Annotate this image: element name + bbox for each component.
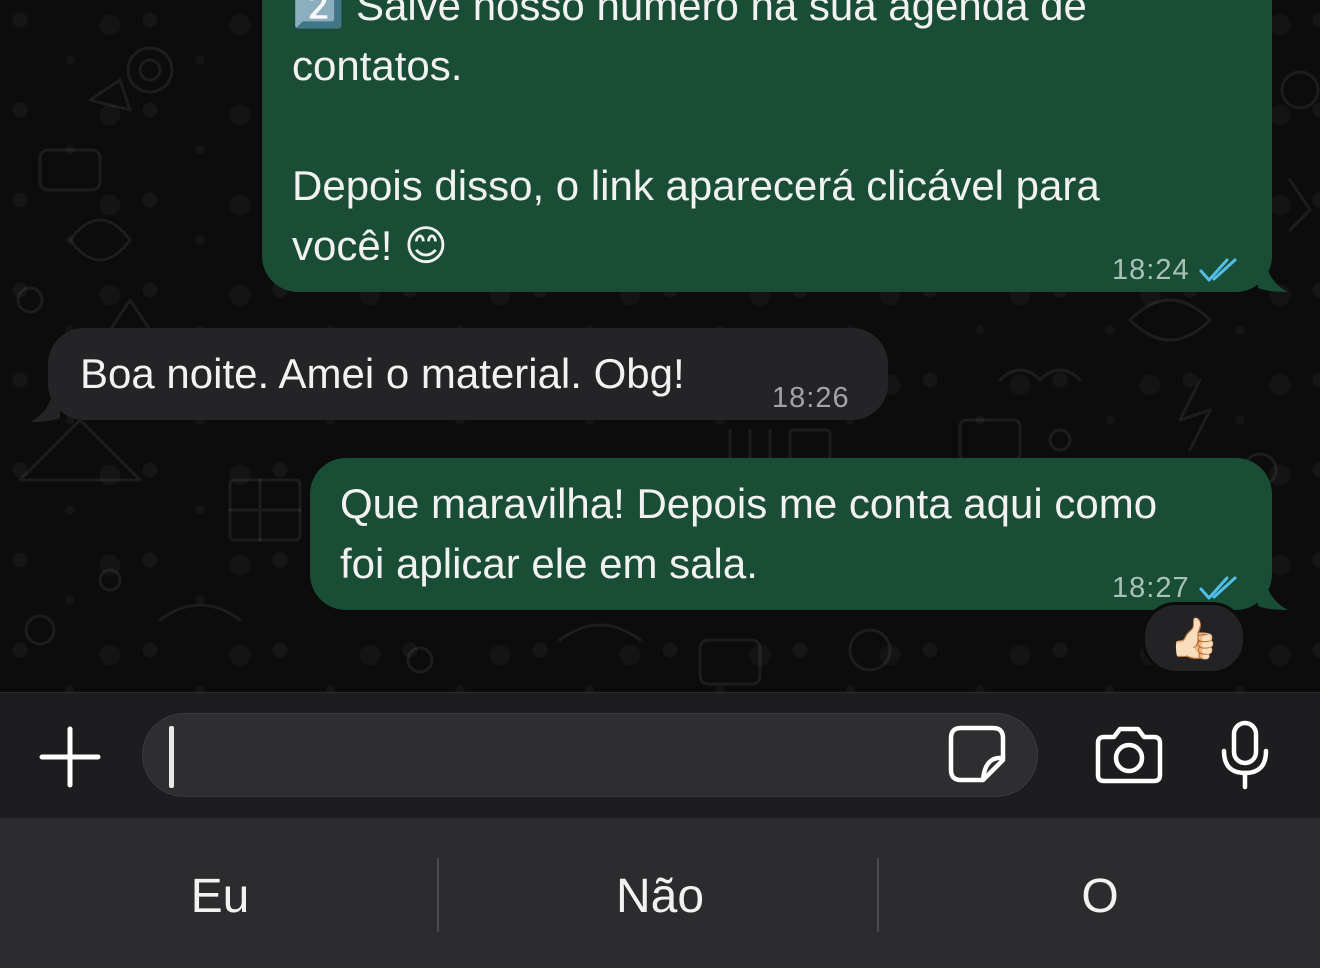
- plus-icon[interactable]: [36, 723, 104, 791]
- bubble-tail: [1258, 584, 1288, 610]
- double-check-icon: [1199, 258, 1237, 282]
- keyboard-suggestion-bar: Eu Não O: [0, 818, 1320, 968]
- message-text-line: foi aplicar ele em sala.: [340, 540, 758, 587]
- message-text-line: Depois disso, o link aparecerá clicável …: [292, 162, 1100, 209]
- bubble-tail: [30, 396, 60, 422]
- outgoing-message-bubble[interactable]: Que maravilha! Depois me conta aqui como…: [310, 458, 1272, 610]
- message-meta: 18:24: [1112, 240, 1238, 300]
- text-caret: [169, 726, 174, 788]
- incoming-message-bubble[interactable]: Boa noite. Amei o material. Obg! 18:26: [48, 328, 888, 420]
- suggestion-1[interactable]: Eu: [0, 856, 440, 936]
- whatsapp-chat-screen: 2️⃣ Salve nosso número na sua agenda de …: [0, 0, 1320, 968]
- message-text-line: você! 😊: [292, 222, 448, 269]
- message-composer: [0, 692, 1320, 819]
- message-text-line: Boa noite. Amei o material. Obg!: [80, 350, 685, 397]
- message-time: 18:24: [1112, 254, 1190, 286]
- suggestion-divider: [877, 858, 879, 932]
- suggestion-3[interactable]: O: [880, 856, 1320, 936]
- suggestion-divider: [437, 858, 439, 932]
- sticker-icon[interactable]: [947, 724, 1007, 784]
- reaction-badge[interactable]: 👍🏻: [1142, 602, 1246, 674]
- double-check-icon: [1199, 576, 1237, 600]
- suggestion-2[interactable]: Não: [440, 856, 880, 936]
- message-text-line: Que maravilha! Depois me conta aqui como: [340, 480, 1158, 527]
- chat-background[interactable]: 2️⃣ Salve nosso número na sua agenda de …: [0, 0, 1320, 692]
- message-text-line: 2️⃣ Salve nosso número na sua agenda de: [292, 0, 1087, 29]
- message-text-line: contatos.: [292, 42, 463, 89]
- message-meta: 18:26: [772, 368, 850, 428]
- thumbs-up-icon: 👍🏻: [1169, 616, 1219, 661]
- message-input[interactable]: [142, 713, 1038, 797]
- message-time: 18:26: [772, 382, 850, 414]
- bubble-tail: [1258, 266, 1288, 292]
- microphone-icon[interactable]: [1218, 719, 1272, 791]
- outgoing-message-bubble[interactable]: 2️⃣ Salve nosso número na sua agenda de …: [262, 0, 1272, 292]
- camera-icon[interactable]: [1092, 725, 1166, 785]
